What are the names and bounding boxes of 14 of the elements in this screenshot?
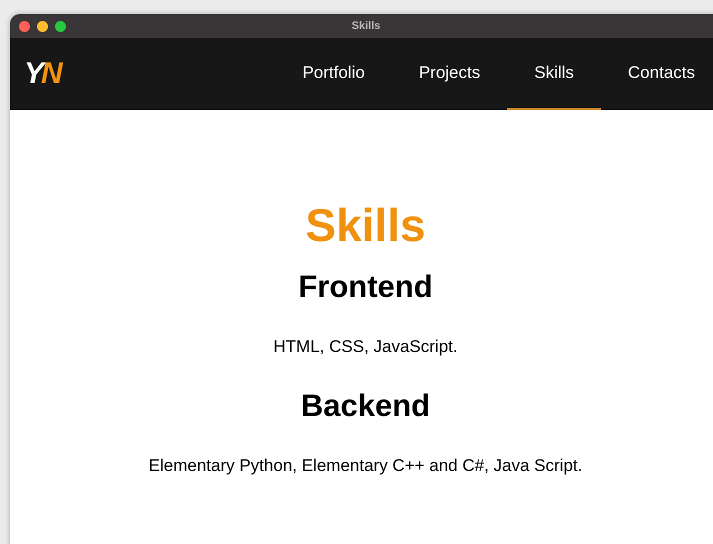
- section-text: HTML, CSS, JavaScript.: [273, 336, 458, 358]
- window-title: Skills: [352, 18, 380, 34]
- nav-link[interactable]: Skills: [507, 38, 601, 110]
- minimize-button[interactable]: [37, 20, 48, 32]
- section-text: Elementary Python, Elementary C++ and C#, Java Script.: [148, 454, 582, 476]
- page-title: Skills: [305, 202, 426, 248]
- section-heading: Frontend: [298, 271, 433, 302]
- maximize-button[interactable]: [55, 20, 66, 32]
- nav-link[interactable]: Contacts: [600, 38, 713, 110]
- nav-link[interactable]: Portfolio: [275, 38, 392, 110]
- section-heading: Backend: [300, 390, 430, 420]
- nav-link[interactable]: Projects: [392, 38, 508, 110]
- close-button[interactable]: [19, 20, 30, 32]
- logo[interactable]: YN: [24, 59, 60, 89]
